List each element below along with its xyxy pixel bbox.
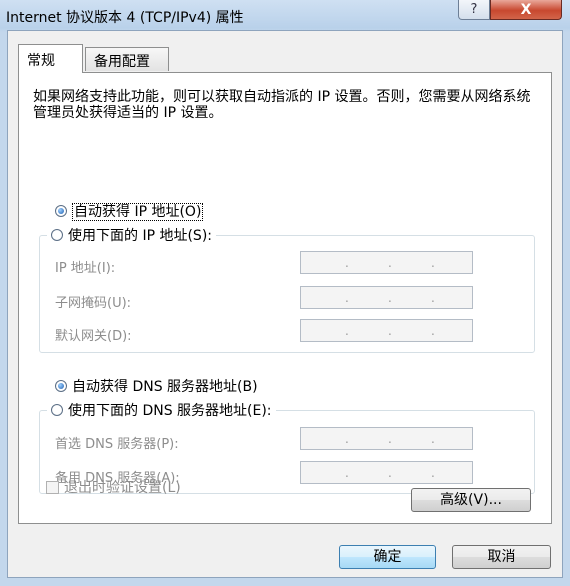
ip-separator: .: [388, 291, 392, 305]
ip-separator: .: [345, 324, 349, 338]
manual-ip-radio[interactable]: 使用下面的 IP 地址(S):: [47, 225, 216, 245]
ip-separator: .: [431, 256, 435, 270]
dialog-body: 常规 备用配置 如果网络支持此功能，则可以获取自动指派的 IP 设置。否则，您需…: [7, 30, 563, 578]
ip-separator: .: [431, 432, 435, 446]
ip-separator: .: [345, 466, 349, 480]
auto-ip-label: 自动获得 IP 地址(O): [72, 203, 204, 221]
description-text: 如果网络支持此功能，则可以获取自动指派的 IP 设置。否则，您需要从网络系统管理…: [33, 89, 531, 121]
subnet-mask-input[interactable]: ...: [300, 286, 473, 309]
close-button[interactable]: X: [490, 0, 562, 20]
ip-separator: .: [388, 466, 392, 480]
radio-unselected-icon: [51, 229, 63, 241]
validate-settings-checkbox[interactable]: 退出时验证设置(L): [46, 477, 181, 497]
manual-dns-radio[interactable]: 使用下面的 DNS 服务器地址(E):: [47, 400, 276, 420]
ip-separator: .: [388, 432, 392, 446]
validate-settings-label: 退出时验证设置(L): [64, 480, 181, 496]
default-gateway-label: 默认网关(D):: [55, 329, 132, 344]
auto-ip-radio[interactable]: 自动获得 IP 地址(O): [55, 201, 204, 221]
ip-separator: .: [388, 324, 392, 338]
ip-separator: .: [431, 291, 435, 305]
tab-general[interactable]: 常规: [18, 44, 83, 73]
ok-button[interactable]: 确定: [339, 545, 436, 569]
ip-separator: .: [345, 432, 349, 446]
dialog-window: Internet 协议版本 4 (TCP/IPv4) 属性 ? X 常规 备用配…: [0, 0, 570, 586]
radio-selected-icon: [55, 205, 67, 217]
manual-ip-label: 使用下面的 IP 地址(S):: [68, 228, 212, 244]
ip-separator: .: [388, 256, 392, 270]
radio-selected-icon: [55, 380, 67, 392]
close-icon: X: [520, 2, 532, 18]
help-button[interactable]: ?: [458, 0, 490, 20]
tab-alternate-configuration[interactable]: 备用配置: [85, 47, 169, 71]
preferred-dns-label: 首选 DNS 服务器(P):: [55, 437, 179, 452]
ip-address-label: IP 地址(I):: [55, 261, 116, 276]
ip-separator: .: [431, 466, 435, 480]
title-bar[interactable]: Internet 协议版本 4 (TCP/IPv4) 属性 ? X: [0, 0, 570, 30]
auto-dns-label: 自动获得 DNS 服务器地址(B): [72, 379, 258, 395]
auto-dns-radio[interactable]: 自动获得 DNS 服务器地址(B): [55, 376, 258, 396]
manual-dns-label: 使用下面的 DNS 服务器地址(E):: [68, 403, 272, 419]
window-title: Internet 协议版本 4 (TCP/IPv4) 属性: [6, 10, 244, 26]
ip-separator: .: [431, 324, 435, 338]
cancel-button[interactable]: 取消: [452, 545, 551, 569]
ip-separator: .: [345, 256, 349, 270]
general-tab-panel: 如果网络支持此功能，则可以获取自动指派的 IP 设置。否则，您需要从网络系统管理…: [18, 72, 552, 524]
alternate-dns-input[interactable]: ...: [300, 461, 473, 484]
radio-unselected-icon: [51, 404, 63, 416]
ip-address-input[interactable]: ...: [300, 251, 473, 274]
help-icon: ?: [470, 2, 478, 17]
default-gateway-input[interactable]: ...: [300, 319, 473, 342]
checkbox-icon: [46, 481, 59, 494]
subnet-mask-label: 子网掩码(U):: [55, 296, 132, 311]
ip-separator: .: [345, 291, 349, 305]
advanced-button[interactable]: 高级(V)...: [411, 488, 531, 512]
preferred-dns-input[interactable]: ...: [300, 427, 473, 450]
